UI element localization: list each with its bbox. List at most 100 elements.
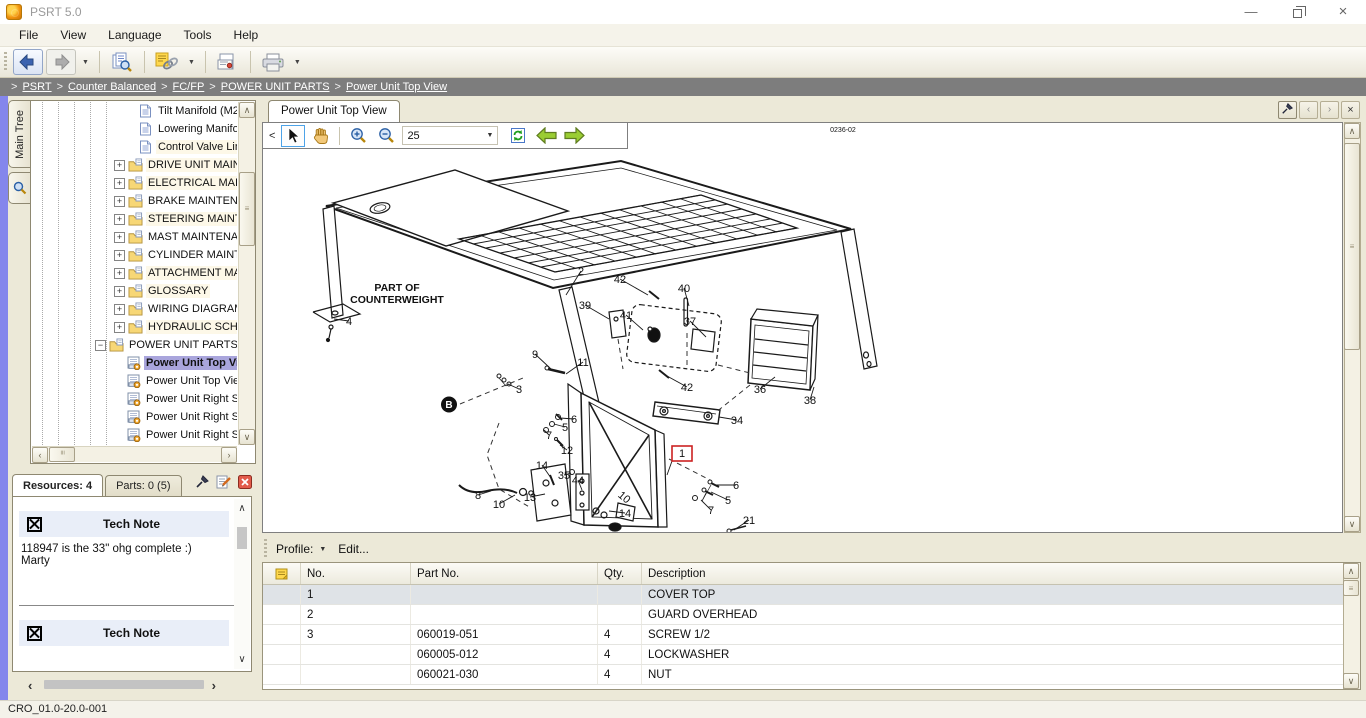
resources-scroll-thumb[interactable] [237,527,247,549]
notes-dropdown-caret[interactable]: ▼ [185,59,198,66]
tree-item[interactable]: Tilt Manifold (M2.4-20 [32,102,237,120]
tree-item[interactable]: Power Unit Right Side Vie [32,426,237,444]
menu-item-view[interactable]: View [49,25,97,45]
table-scroll-thumb[interactable]: ≡ [1343,580,1359,596]
toolbar-grip[interactable] [4,52,7,72]
menu-item-tools[interactable]: Tools [173,25,223,45]
document-tab[interactable]: Power Unit Top View [268,100,400,123]
expand-toggle-icon[interactable]: + [114,304,125,315]
scroll-right-button[interactable]: › [212,678,216,693]
table-row[interactable]: 3060019-0514SCREW 1/2 [263,625,1360,645]
tree-item[interactable]: Power Unit Top View [32,354,237,372]
scroll-up-button[interactable]: ∧ [1343,563,1359,579]
expand-toggle-icon[interactable]: + [114,322,125,333]
expand-toggle-icon[interactable]: − [95,340,106,351]
history-dropdown-caret[interactable]: ▼ [79,59,92,66]
tech-note-card[interactable]: Tech Note [19,620,229,646]
table-row[interactable]: 2GUARD OVERHEAD [263,605,1360,625]
expand-toggle-icon[interactable]: + [114,232,125,243]
dock-strip[interactable] [0,96,8,700]
breadcrumb-link[interactable]: PSRT [22,81,51,93]
forward-button[interactable] [46,49,76,75]
minimize-button[interactable]: — [1228,0,1274,24]
expand-toggle-icon[interactable]: + [114,214,125,225]
tree-item[interactable]: Power Unit Right Side Vie [32,390,237,408]
tree-item[interactable]: +DRIVE UNIT MAINTENAN [32,156,237,174]
expand-toggle-icon[interactable]: + [114,160,125,171]
scroll-down-button[interactable]: ∨ [234,654,250,665]
zoom-out-button[interactable] [374,125,398,147]
tree-item[interactable]: +MAST MAINTENANCE [32,228,237,246]
notes-link-button[interactable] [152,49,182,75]
expand-toggle-icon[interactable]: + [114,196,125,207]
tree-scroll-thumb[interactable]: ≡ [239,172,255,246]
scroll-left-button[interactable]: ‹ [32,447,48,463]
tab-parts[interactable]: Parts: 0 (5) [105,475,181,496]
column-header-part-no[interactable]: Part No. [411,563,598,584]
table-row[interactable]: 1COVER TOP [263,585,1360,605]
resources-hscroll-thumb[interactable] [44,680,204,689]
scroll-up-button[interactable]: ∧ [1344,123,1360,139]
tab-main-tree[interactable]: Main Tree [8,100,30,168]
close-button[interactable]: × [1320,0,1366,24]
zoom-dropdown-caret[interactable]: ▼ [487,132,494,139]
notes-column-header[interactable] [263,563,301,584]
tree-item[interactable]: +STEERING MAINTENANC [32,210,237,228]
refresh-button[interactable] [506,125,530,147]
restore-button[interactable] [1274,0,1320,24]
tree-item[interactable]: Lowering Manifold (M [32,120,237,138]
profile-bar-grip[interactable] [264,539,267,559]
breadcrumb-link[interactable]: Counter Balanced [68,81,156,93]
close-panel-icon[interactable] [238,475,252,489]
scroll-down-button[interactable]: ∨ [239,429,255,445]
table-row[interactable]: 060005-0124LOCKWASHER [263,645,1360,665]
tree-item[interactable]: Control Valve Linkage [32,138,237,156]
tree-item[interactable]: +BRAKE MAINTENANCE [32,192,237,210]
expand-toggle-icon[interactable]: + [114,268,125,279]
next-diagram-button[interactable] [562,125,586,147]
tree-item[interactable]: −POWER UNIT PARTS [32,336,237,354]
scroll-down-button[interactable]: ∨ [1343,673,1359,689]
column-header-description[interactable]: Description [642,563,1360,584]
tree-item[interactable]: +WIRING DIAGRAMS [32,300,237,318]
collapse-toolbar-handle[interactable]: < [267,130,277,142]
back-button[interactable] [13,49,43,75]
breadcrumb-link[interactable]: FC/FP [173,81,205,93]
report-button[interactable] [213,49,243,75]
menu-item-language[interactable]: Language [97,25,172,45]
tech-note-card[interactable]: Tech Note118947 is the 33" ohg complete … [19,511,229,589]
scroll-left-button[interactable]: ‹ [28,678,32,693]
column-header-no[interactable]: No. [301,563,411,584]
pin-tab-button[interactable] [1278,101,1297,119]
tree-item[interactable]: Power Unit Top View (01 [32,372,237,390]
menu-item-help[interactable]: Help [223,25,270,45]
pan-tool-button[interactable] [309,125,333,147]
tree-item[interactable]: +GLOSSARY [32,282,237,300]
profile-dropdown-caret[interactable]: ▼ [319,546,326,553]
expand-toggle-icon[interactable]: + [114,178,125,189]
select-tool-button[interactable] [281,125,305,147]
scroll-right-button[interactable]: › [221,447,237,463]
viewer-scroll-thumb[interactable]: ≡ [1344,143,1360,350]
expand-toggle-icon[interactable]: + [114,250,125,261]
edit-note-icon[interactable] [216,474,232,489]
next-tab-button[interactable]: › [1320,101,1339,119]
table-row[interactable]: 060021-0304NUT [263,665,1360,685]
scroll-up-button[interactable]: ∧ [234,503,250,514]
search-documents-button[interactable] [107,49,137,75]
pin-icon[interactable] [195,474,210,489]
tree-item[interactable]: Power Unit Right Side Vie [32,408,237,426]
print-dropdown-caret[interactable]: ▼ [291,59,304,66]
tab-resources[interactable]: Resources: 4 [12,474,103,496]
tree-hscroll-thumb[interactable]: ≡ [49,447,75,462]
zoom-in-button[interactable] [346,125,370,147]
breadcrumb-link[interactable]: Power Unit Top View [346,81,447,93]
tree-item[interactable]: +ELECTRICAL MAINTENA [32,174,237,192]
menu-item-file[interactable]: File [8,25,49,45]
tree-item[interactable]: +HYDRAULIC SCHEMATIC [32,318,237,336]
close-tab-button[interactable]: × [1341,101,1360,119]
breadcrumb-link[interactable]: POWER UNIT PARTS [221,81,330,93]
scroll-down-button[interactable]: ∨ [1344,516,1360,532]
tab-search[interactable] [8,172,30,204]
diagram-viewer[interactable]: PART OFCOUNTERWEIGHT0236-022424039413736… [262,122,1343,533]
